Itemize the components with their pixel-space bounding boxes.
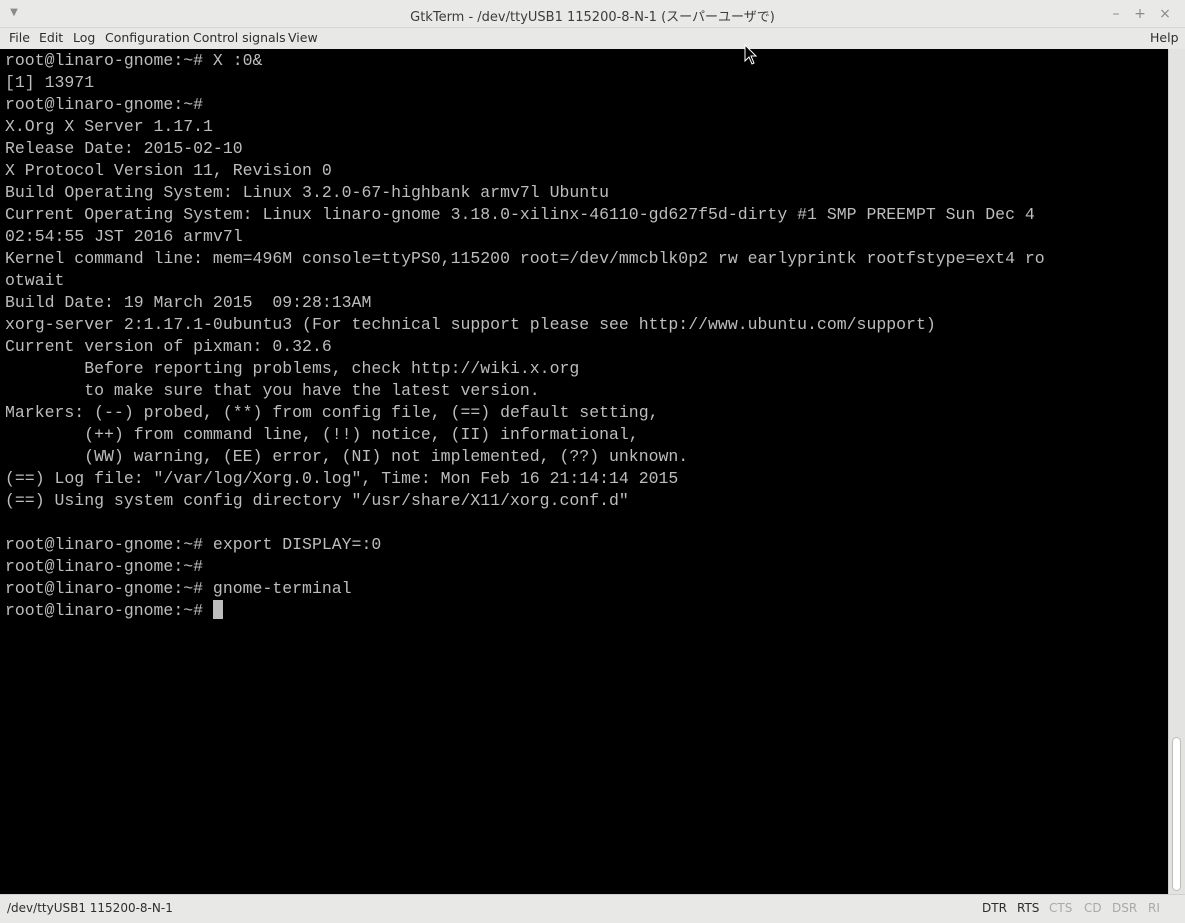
terminal-line: Markers: (--) probed, (**) from config f… — [5, 403, 659, 422]
terminal-line: Build Date: 19 March 2015 09:28:13AM — [5, 293, 372, 312]
terminal-line: root@linaro-gnome:~# gnome-terminal — [5, 579, 352, 598]
terminal-output[interactable]: root@linaro-gnome:~# X :0& [1] 13971 roo… — [0, 49, 1168, 894]
signal-dtr: DTR — [982, 901, 1007, 915]
menu-edit[interactable]: Edit — [39, 30, 63, 45]
scrollbar-thumb[interactable] — [1172, 737, 1181, 891]
menu-help[interactable]: Help — [1150, 30, 1179, 45]
terminal-line: root@linaro-gnome:~# — [5, 557, 204, 576]
signal-dsr: DSR — [1112, 901, 1138, 915]
title-bar: ▼ GtkTerm - /dev/ttyUSB1 115200-8-N-1 (ス… — [0, 0, 1185, 28]
terminal-line: Release Date: 2015-02-10 — [5, 139, 243, 158]
terminal-text: root@linaro-gnome:~# X :0& [1] 13971 roo… — [0, 49, 1168, 622]
terminal-line: root@linaro-gnome:~# X :0& — [5, 51, 263, 70]
menu-configuration[interactable]: Configuration — [105, 30, 190, 45]
terminal-line: Current version of pixman: 0.32.6 — [5, 337, 332, 356]
terminal-line: xorg-server 2:1.17.1-0ubuntu3 (For techn… — [5, 315, 936, 334]
terminal-line: Before reporting problems, check http://… — [84, 359, 580, 378]
signal-rts: RTS — [1017, 901, 1040, 915]
terminal-prompt: root@linaro-gnome:~# — [5, 601, 213, 620]
menu-log[interactable]: Log — [73, 30, 95, 45]
close-button[interactable]: × — [1157, 6, 1173, 22]
menu-view[interactable]: View — [288, 30, 318, 45]
terminal-scrollbar[interactable] — [1168, 49, 1185, 894]
terminal-line: Current Operating System: Linux linaro-g… — [5, 205, 1035, 224]
terminal-line: otwait — [5, 271, 65, 290]
window-title: GtkTerm - /dev/ttyUSB1 115200-8-N-1 (スーパ… — [410, 10, 775, 25]
terminal-line: Build Operating System: Linux 3.2.0-67-h… — [5, 183, 609, 202]
terminal-line: Kernel command line: mem=496M console=tt… — [5, 249, 1045, 268]
signal-ri: RI — [1148, 901, 1160, 915]
terminal-line: X.Org X Server 1.17.1 — [5, 117, 213, 136]
terminal-cursor — [212, 600, 223, 619]
maximize-button[interactable]: + — [1132, 6, 1148, 22]
terminal-line: [1] 13971 — [5, 73, 95, 92]
menu-control-signals[interactable]: Control signals — [193, 30, 286, 45]
terminal-line: root@linaro-gnome:~# export DISPLAY=:0 — [5, 535, 382, 554]
terminal-line: root@linaro-gnome:~# — [5, 95, 204, 114]
menu-bar: File Edit Log Configuration Control sign… — [0, 28, 1185, 49]
mouse-pointer-icon — [744, 44, 758, 65]
signal-cts: CTS — [1049, 901, 1073, 915]
signal-cd: CD — [1084, 901, 1102, 915]
minimize-button[interactable]: – — [1108, 6, 1124, 22]
terminal-line: X Protocol Version 11, Revision 0 — [5, 161, 332, 180]
terminal-line: (==) Using system config directory "/usr… — [5, 491, 629, 510]
port-settings-label: /dev/ttyUSB1 115200-8-N-1 — [7, 901, 173, 915]
terminal-line: (WW) warning, (EE) error, (NI) not imple… — [84, 447, 689, 466]
status-bar: /dev/ttyUSB1 115200-8-N-1 DTR RTS CTS CD… — [0, 894, 1185, 923]
menu-file[interactable]: File — [9, 30, 30, 45]
terminal-line: to make sure that you have the latest ve… — [84, 381, 540, 400]
terminal-line: (==) Log file: "/var/log/Xorg.0.log", Ti… — [5, 469, 679, 488]
terminal-line: (++) from command line, (!!) notice, (II… — [84, 425, 639, 444]
terminal-line: 02:54:55 JST 2016 armv7l — [5, 227, 243, 246]
